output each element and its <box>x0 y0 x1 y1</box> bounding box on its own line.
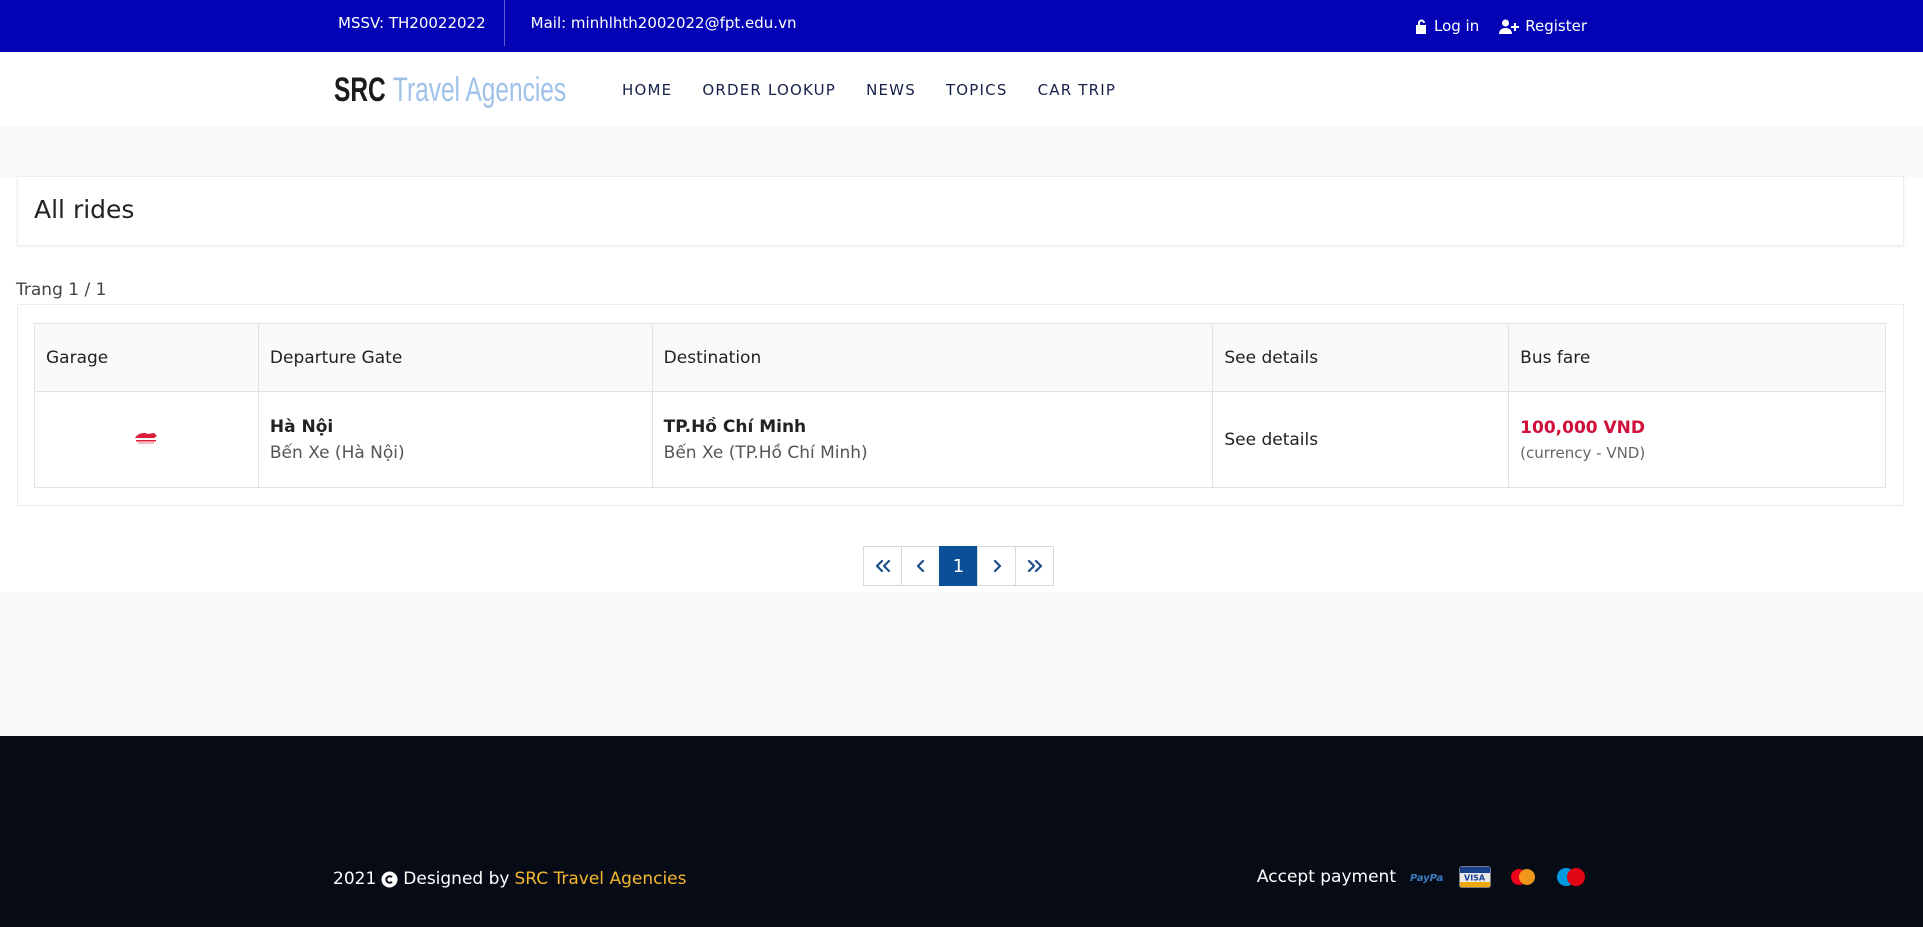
departure-cell: Hà Nội Bến Xe (Hà Nội) <box>257 391 653 488</box>
header-garage: Garage <box>34 323 259 392</box>
first-page-button[interactable] <box>863 546 902 586</box>
header-details: See details <box>1212 323 1510 392</box>
copyright-year: 2021 <box>333 869 377 889</box>
table-header-row: Garage Departure Gate Destination See de… <box>34 323 1886 392</box>
designed-by-label: Designed by <box>403 869 510 889</box>
page-number-button[interactable]: 1 <box>939 546 978 586</box>
nav-news[interactable]: NEWS <box>866 81 916 99</box>
next-page-button[interactable] <box>977 546 1016 586</box>
nav-topics[interactable]: TOPICS <box>946 81 1008 99</box>
lock-icon <box>1416 19 1426 34</box>
login-link[interactable]: Log in <box>1415 17 1479 35</box>
logo-text-src: SRC <box>334 71 386 109</box>
destination-station: Bến Xe (TP.Hồ Chí Minh) <box>663 442 868 463</box>
departure-station: Bến Xe (Hà Nội) <box>269 442 405 463</box>
double-chevron-left-icon <box>875 560 890 572</box>
accept-payment-label: Accept payment <box>1256 867 1396 887</box>
double-chevron-right-icon <box>1027 560 1042 572</box>
chevron-left-icon <box>916 560 924 572</box>
garage-logo-icon <box>135 433 158 444</box>
svg-text:PayPal: PayPal <box>1410 873 1444 884</box>
nav-home[interactable]: HOME <box>622 81 672 99</box>
auth-links: Log in Register <box>1415 0 1587 52</box>
fare-cell: 100,000 VND (currency - VND) <box>1508 391 1886 488</box>
chevron-right-icon <box>993 560 1001 572</box>
table-row: Hà Nội Bến Xe (Hà Nội) TP.Hồ Chí Minh Bế… <box>34 391 1886 488</box>
copyright: 2021 Designed by SRC Travel Agencies <box>333 869 686 889</box>
destination-cell: TP.Hồ Chí Minh Bến Xe (TP.Hồ Chí Minh) <box>651 391 1214 488</box>
maestro-icon <box>1554 866 1588 888</box>
page-title-card: All rides <box>17 176 1904 246</box>
nav-order-lookup[interactable]: ORDER LOOKUP <box>702 81 836 99</box>
student-id: MSSV: TH20022022 <box>338 0 505 46</box>
site-logo[interactable]: SRC Travel Agencies <box>334 66 566 110</box>
login-label: Log in <box>1434 17 1480 35</box>
rides-table: Garage Departure Gate Destination See de… <box>34 323 1886 488</box>
mastercard-icon <box>1506 866 1540 888</box>
payment-methods: Accept payment PayPal VISA <box>1257 866 1588 888</box>
header-destination: Destination <box>651 323 1214 392</box>
main-header: SRC Travel Agencies HOME ORDER LOOKUP NE… <box>0 52 1923 127</box>
pagination: 1 <box>863 546 1054 586</box>
footer: 2021 Designed by SRC Travel Agencies Acc… <box>0 736 1923 927</box>
see-details-link[interactable]: See details <box>1224 430 1318 450</box>
user-plus-icon <box>1499 19 1520 34</box>
logo-text-agencies: Travel Agencies <box>392 71 567 109</box>
footer-brand-link[interactable]: SRC Travel Agencies <box>514 869 686 889</box>
content-gray-band <box>0 127 1923 177</box>
header-departure: Departure Gate <box>257 323 653 392</box>
details-cell: See details <box>1212 391 1510 488</box>
visa-icon: VISA <box>1458 866 1492 888</box>
top-bar: MSSV: TH20022022 Mail: minhlhth2002022@f… <box>0 0 1923 52</box>
contact-info: MSSV: TH20022022 Mail: minhlhth2002022@f… <box>338 0 796 46</box>
rides-table-card: Garage Departure Gate Destination See de… <box>17 304 1904 506</box>
price: 100,000 VND <box>1520 417 1646 438</box>
currency-note: (currency - VND) <box>1520 443 1646 462</box>
contact-mail: Mail: minhlhth2002022@fpt.edu.vn <box>530 14 797 32</box>
prev-page-button[interactable] <box>901 546 940 586</box>
garage-cell <box>34 391 259 488</box>
destination-city: TP.Hồ Chí Minh <box>663 416 807 437</box>
register-link[interactable]: Register <box>1499 17 1587 35</box>
svg-text:VISA: VISA <box>1464 874 1486 883</box>
paypal-icon: PayPal <box>1410 866 1444 888</box>
register-label: Register <box>1525 17 1587 35</box>
page-title: All rides <box>34 195 135 224</box>
last-page-button[interactable] <box>1015 546 1054 586</box>
nav-car-trip[interactable]: CAR TRIP <box>1038 81 1117 99</box>
header-fare: Bus fare <box>1508 323 1886 392</box>
main-nav: HOME ORDER LOOKUP NEWS TOPICS CAR TRIP <box>622 52 1116 127</box>
departure-city: Hà Nội <box>269 416 334 437</box>
copyright-icon <box>381 871 398 887</box>
page-indicator: Trang 1 / 1 <box>16 280 107 300</box>
